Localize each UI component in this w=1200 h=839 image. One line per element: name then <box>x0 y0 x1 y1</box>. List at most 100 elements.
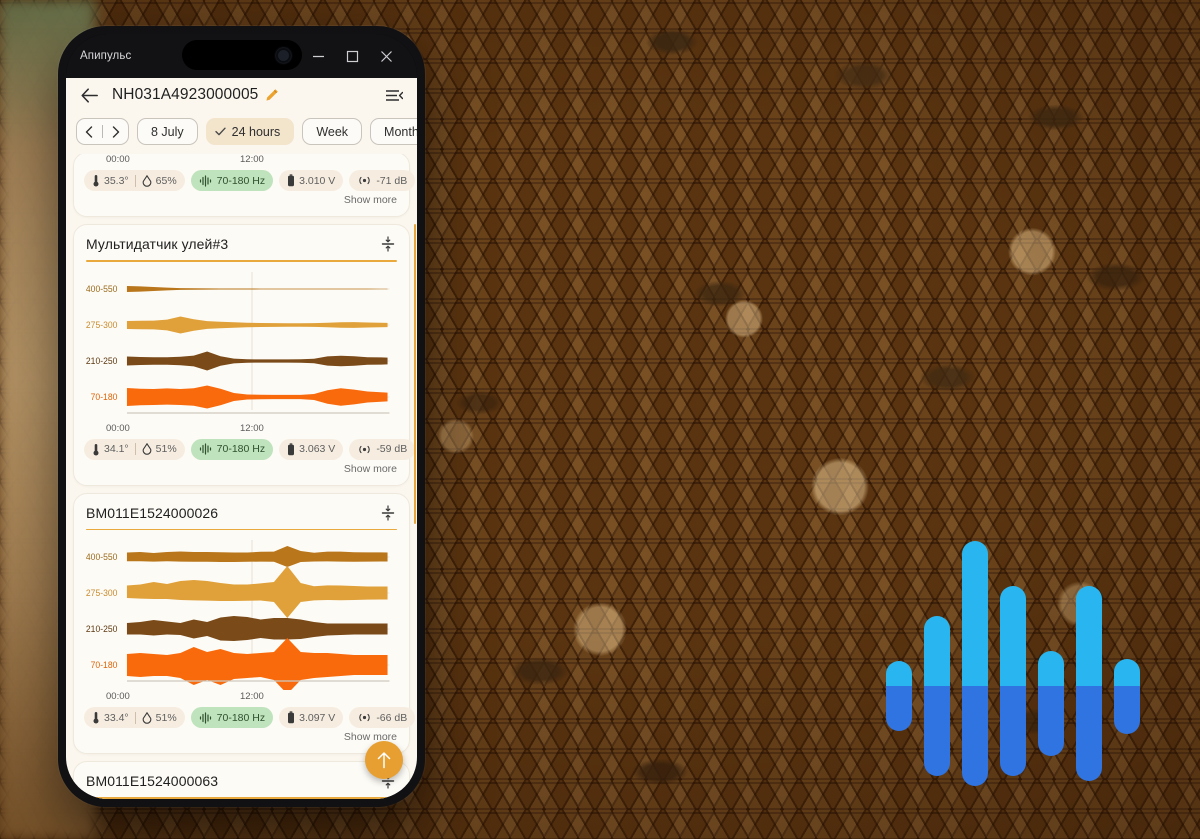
period-chip-month[interactable]: Month <box>370 118 417 145</box>
window-title-bar: Апипульс <box>66 34 417 78</box>
badge-separator <box>134 174 136 187</box>
pencil-icon[interactable] <box>265 88 279 102</box>
signal-icon <box>359 445 371 453</box>
list-menu-icon[interactable] <box>383 84 405 106</box>
voltage-value: 3.063 V <box>299 443 336 455</box>
card-divider <box>86 797 397 799</box>
status-badge-voltage[interactable]: 3.097 V <box>279 707 344 728</box>
sensor-card[interactable]: BM011E1524000063 400-550 <box>73 761 410 799</box>
status-badge-signal[interactable]: -59 dB <box>349 438 416 460</box>
signal-icon <box>359 176 371 185</box>
spectrogram-chart[interactable]: 400-550 275-300 210-250 70-180 <box>74 532 409 690</box>
temperature-value: 35.3° <box>104 174 129 187</box>
temperature-value: 33.4° <box>104 711 129 724</box>
app-title: Апипульс <box>80 50 132 62</box>
logo-bar <box>962 541 988 786</box>
show-more-link[interactable]: Show more <box>74 191 409 212</box>
date-nav-chip[interactable] <box>76 118 129 145</box>
show-more-link[interactable]: Show more <box>74 460 409 481</box>
sensor-card[interactable]: Мультидатчик улей#3 400-550 275-300 210-… <box>73 224 416 486</box>
waveform-icon <box>199 443 211 455</box>
sensor-title: BM011E1524000063 <box>86 773 219 789</box>
scroll-to-top-button[interactable] <box>365 741 403 779</box>
humidity-drop-icon <box>142 711 151 724</box>
humidity-drop-icon <box>142 174 151 187</box>
battery-icon <box>288 711 295 724</box>
humidity-value: 65% <box>155 174 177 187</box>
minimize-button[interactable] <box>301 41 335 71</box>
card-divider <box>86 260 397 262</box>
voltage-value: 3.010 V <box>299 174 336 187</box>
period-chip-24-hours[interactable]: 24 hours <box>205 118 295 145</box>
signal-value: -71 dB <box>376 174 408 187</box>
maximize-button[interactable] <box>335 41 369 71</box>
signal-value: -59 dB <box>376 443 408 455</box>
frequency-value: 70-180 Hz <box>216 443 266 455</box>
svg-text:210-250: 210-250 <box>86 355 118 365</box>
waveform-icon <box>199 174 211 187</box>
status-badge-signal[interactable]: -71 dB <box>349 170 416 191</box>
waveform-icon <box>199 711 211 724</box>
date-chip[interactable]: 8 July <box>137 118 198 145</box>
svg-text:210-250: 210-250 <box>86 624 118 634</box>
signal-icon <box>359 713 371 722</box>
svg-text:275-300: 275-300 <box>86 319 118 329</box>
sensor-card[interactable]: BM011E1524000026 400-550 275-300 210-250… <box>73 492 416 754</box>
spectrogram-chart[interactable]: 400-550 275-300 210-250 70-180 <box>74 264 409 422</box>
thermometer-icon <box>93 443 99 455</box>
logo-bar <box>1000 586 1026 776</box>
next-date-button[interactable] <box>104 125 128 138</box>
close-button[interactable] <box>369 41 403 71</box>
status-badge-voltage[interactable]: 3.063 V <box>279 438 344 460</box>
sensor-title: BM011E1524000026 <box>86 504 219 521</box>
page-title: NH031A4923000005 <box>112 86 259 103</box>
back-button[interactable] <box>76 82 102 108</box>
badge-separator <box>134 443 136 455</box>
svg-text:400-550: 400-550 <box>86 552 118 562</box>
metrics-row: 33.4° 51% 70-180 Hz 3.097 V -66 dB <box>74 704 416 728</box>
logo-bar <box>924 616 950 776</box>
time-axis: 00:00 12:00 <box>74 154 409 167</box>
status-badge-frequency[interactable]: 70-180 Hz <box>190 438 274 460</box>
sensor-card[interactable]: 00:00 12:00 35.3° 65% 70-180 Hz 3.010 V … <box>73 154 416 217</box>
axis-time-start: 00:00 <box>106 422 130 434</box>
check-icon <box>214 127 226 136</box>
svg-text:400-550: 400-550 <box>86 283 118 293</box>
period-chip-week[interactable]: Week <box>302 118 363 145</box>
vertical-scrollbar[interactable] <box>413 224 416 524</box>
period-filter-bar: 8 July 24 hours Week Month 6 M <box>66 112 417 153</box>
card-header: BM011E1524000063 <box>74 762 409 797</box>
time-axis: 00:00 12:00 <box>74 690 409 704</box>
phone-device-frame: Апипульс NH031A4923000005 8 July 24 hour… <box>58 26 425 807</box>
status-badge-signal[interactable]: -66 dB <box>349 707 416 728</box>
logo-bar <box>1114 659 1140 734</box>
sort-icon[interactable] <box>379 504 397 522</box>
status-badge-voltage[interactable]: 3.010 V <box>279 170 344 191</box>
status-badge-frequency[interactable]: 70-180 Hz <box>190 170 274 191</box>
status-badge-climate[interactable]: 33.4° 51% <box>84 707 185 728</box>
front-camera-icon <box>275 47 291 63</box>
axis-time-mid: 12:00 <box>240 691 264 702</box>
sensor-card-list[interactable]: 00:00 12:00 35.3° 65% 70-180 Hz 3.010 V … <box>66 154 417 799</box>
axis-time-mid: 12:00 <box>240 422 264 434</box>
humidity-drop-icon <box>142 443 151 455</box>
sort-icon[interactable] <box>379 235 397 253</box>
badge-separator <box>134 711 136 724</box>
svg-text:70-180: 70-180 <box>91 660 118 670</box>
show-more-link[interactable]: Show more <box>74 728 409 749</box>
temperature-value: 34.1° <box>104 443 129 455</box>
thermometer-icon <box>93 175 99 187</box>
battery-icon <box>288 174 295 187</box>
metrics-row: 34.1° 51% 70-180 Hz 3.063 V -59 dB <box>74 436 416 460</box>
time-axis: 00:00 12:00 <box>74 422 409 436</box>
status-badge-frequency[interactable]: 70-180 Hz <box>190 707 274 728</box>
chart-svg: 400-550 275-300 210-250 70-180 <box>86 271 390 414</box>
sensor-title: Мультидатчик улей#3 <box>86 236 229 252</box>
prev-date-button[interactable] <box>77 125 101 138</box>
card-header: BM011E1524000026 <box>74 494 409 529</box>
axis-time-start: 00:00 <box>106 154 130 165</box>
battery-icon <box>288 442 295 455</box>
card-header: Мультидатчик улей#3 <box>74 225 409 260</box>
status-badge-climate[interactable]: 34.1° 51% <box>84 438 185 460</box>
status-badge-climate[interactable]: 35.3° 65% <box>84 170 185 191</box>
